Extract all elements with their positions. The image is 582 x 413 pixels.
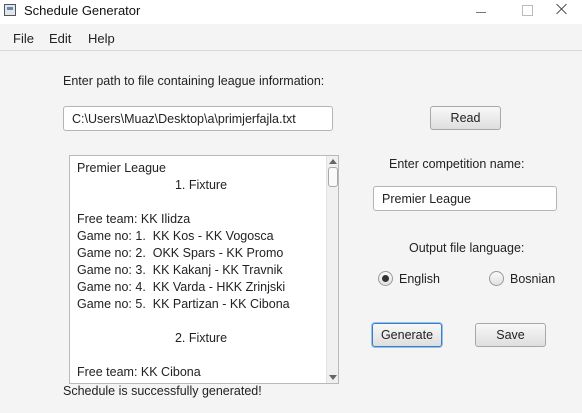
schedule-line: Game no: 1. KK Kos - KK Vogosca — [77, 229, 274, 243]
generate-button[interactable]: Generate — [372, 323, 442, 347]
schedule-line: Game no: 3. KK Kakanj - KK Travnik — [77, 263, 283, 277]
close-button[interactable] — [540, 0, 582, 24]
scroll-up-arrow-icon[interactable] — [329, 159, 337, 164]
radio-english-label[interactable]: English — [399, 272, 440, 286]
schedule-line: Game no: 5. KK Partizan - KK Cibona — [77, 297, 290, 311]
schedule-line — [77, 194, 325, 211]
schedule-line: Game no: 2. OKK Spars - KK Promo — [77, 246, 284, 260]
scroll-down-arrow-icon[interactable] — [329, 375, 337, 380]
status-message: Schedule is successfully generated! — [63, 384, 262, 398]
menu-bar: File Edit Help — [0, 26, 582, 51]
radio-bosnian[interactable] — [489, 271, 504, 286]
window-title: Schedule Generator — [24, 3, 141, 18]
app-icon — [4, 4, 16, 16]
menu-help[interactable]: Help — [88, 31, 115, 46]
scroll-thumb[interactable] — [328, 167, 338, 187]
menu-edit[interactable]: Edit — [49, 31, 71, 46]
radio-bosnian-label[interactable]: Bosnian — [510, 272, 555, 286]
read-button[interactable]: Read — [430, 106, 501, 130]
competition-prompt: Enter competition name: — [389, 157, 525, 171]
schedule-line: 1. Fixture — [174, 178, 228, 192]
schedule-line: Free team: KK Cibona — [77, 365, 201, 379]
schedule-line: Game no: 4. KK Varda - HKK Zrinjski — [77, 280, 286, 294]
schedule-output-textarea[interactable]: Premier League 1. Fixture Free team: KK Il… — [69, 155, 339, 384]
schedule-line: Free team: KK Ilidza — [77, 212, 191, 226]
vertical-scrollbar[interactable] — [326, 156, 338, 383]
schedule-line: 2. Fixture — [174, 331, 228, 345]
minimize-button[interactable] — [458, 0, 504, 24]
title-bar: Schedule Generator — [0, 0, 582, 24]
save-button[interactable]: Save — [475, 323, 546, 347]
path-input[interactable] — [63, 106, 333, 131]
schedule-line — [77, 347, 325, 364]
competition-name-input[interactable] — [373, 186, 557, 211]
radio-english[interactable] — [378, 271, 393, 286]
language-prompt: Output file language: — [409, 241, 525, 255]
schedule-line: Premier League — [77, 161, 166, 175]
path-prompt: Enter path to file containing league inf… — [63, 74, 325, 88]
schedule-output-text: Premier League 1. Fixture Free team: KK Il… — [77, 160, 325, 381]
menu-file[interactable]: File — [13, 31, 34, 46]
schedule-line — [77, 313, 325, 330]
